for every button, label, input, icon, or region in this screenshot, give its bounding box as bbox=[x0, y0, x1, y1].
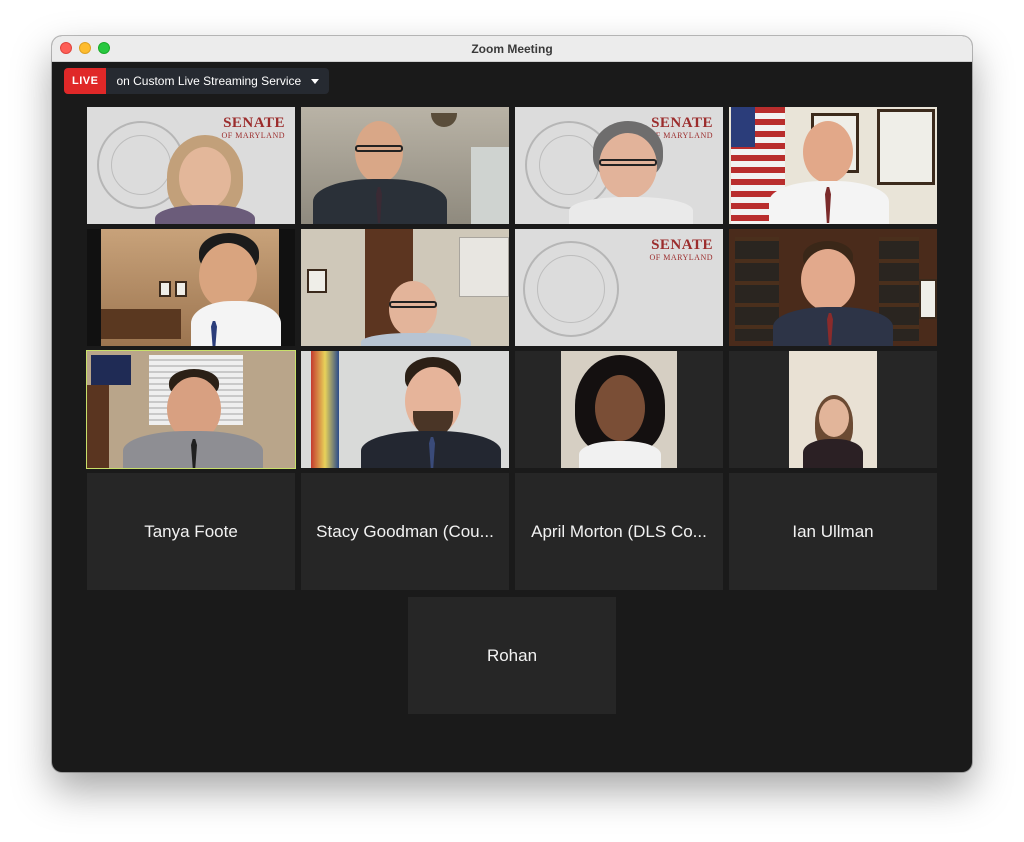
glasses-icon bbox=[599, 159, 657, 166]
video-tile[interactable]: SENATE OF MARYLAND bbox=[87, 107, 295, 224]
framed-certificate bbox=[919, 279, 937, 319]
video-tile[interactable] bbox=[301, 229, 509, 346]
face bbox=[179, 147, 231, 209]
senate-title: SENATE bbox=[651, 115, 713, 131]
face bbox=[389, 281, 437, 337]
participant-name: Stacy Goodman (Cou... bbox=[316, 521, 494, 541]
senate-seal-icon bbox=[523, 241, 619, 337]
participant-name: April Morton (DLS Co... bbox=[531, 521, 707, 541]
live-badge: LIVE bbox=[64, 68, 107, 94]
video-tile[interactable] bbox=[729, 107, 937, 224]
participant-tile[interactable]: Tanya Foote bbox=[87, 473, 295, 590]
participant-video bbox=[87, 229, 295, 346]
senate-title: SENATE bbox=[651, 237, 713, 253]
participant-video bbox=[87, 351, 295, 468]
glasses-icon bbox=[355, 145, 403, 152]
torso bbox=[569, 197, 693, 224]
torso bbox=[773, 307, 893, 346]
video-tile[interactable] bbox=[301, 107, 509, 224]
video-tile[interactable]: SENATE OF MARYLAND bbox=[515, 229, 723, 346]
video-tile[interactable] bbox=[301, 351, 509, 468]
torso bbox=[803, 439, 863, 468]
close-window-button[interactable] bbox=[60, 42, 72, 54]
video-tile-active-speaker[interactable] bbox=[86, 350, 296, 469]
participant-video bbox=[729, 229, 937, 346]
face bbox=[803, 121, 853, 183]
video-tile[interactable] bbox=[729, 351, 937, 468]
participant-tile[interactable]: Ian Ullman bbox=[729, 473, 937, 590]
live-streaming-label: on Custom Live Streaming Service bbox=[116, 74, 302, 88]
wall-picture bbox=[175, 281, 187, 297]
flag-union bbox=[731, 107, 755, 147]
torso bbox=[361, 333, 471, 346]
torso bbox=[155, 205, 255, 224]
participant-video bbox=[301, 107, 509, 224]
face bbox=[819, 399, 849, 437]
campaign-sign bbox=[91, 355, 131, 385]
participant-video bbox=[729, 107, 937, 224]
participant-name: Rohan bbox=[486, 645, 538, 665]
wall-picture bbox=[307, 269, 327, 293]
participant-video bbox=[789, 351, 877, 468]
face bbox=[199, 243, 257, 309]
senate-title: SENATE bbox=[223, 115, 285, 131]
chevron-down-icon bbox=[311, 78, 320, 84]
door bbox=[87, 385, 109, 468]
window-controls bbox=[60, 42, 110, 54]
video-tile[interactable] bbox=[87, 229, 295, 346]
participant-video: SENATE OF MARYLAND bbox=[515, 107, 723, 224]
poster bbox=[459, 237, 509, 297]
torso bbox=[191, 301, 281, 346]
video-tile[interactable] bbox=[729, 229, 937, 346]
participant-video bbox=[301, 351, 509, 468]
zoom-window: Zoom Meeting LIVE on Custom Live Streami… bbox=[52, 36, 972, 772]
title-bar[interactable]: Zoom Meeting bbox=[52, 36, 972, 62]
torso bbox=[579, 441, 661, 468]
window-title: Zoom Meeting bbox=[471, 41, 553, 56]
senate-subtitle: OF MARYLAND bbox=[221, 131, 285, 140]
video-tile[interactable]: SENATE OF MARYLAND bbox=[515, 107, 723, 224]
state-flag bbox=[311, 351, 339, 468]
participant-video bbox=[301, 229, 509, 346]
participant-video: SENATE OF MARYLAND bbox=[515, 229, 723, 346]
wall-picture bbox=[159, 281, 171, 297]
glasses-icon bbox=[389, 301, 437, 308]
table bbox=[101, 309, 181, 339]
participant-video bbox=[561, 351, 677, 468]
window-pane bbox=[471, 147, 509, 224]
face bbox=[801, 249, 855, 311]
framed-certificate bbox=[877, 109, 935, 185]
live-streaming-dropdown[interactable]: LIVE on Custom Live Streaming Service bbox=[64, 68, 330, 94]
maximize-window-button[interactable] bbox=[98, 42, 110, 54]
face bbox=[599, 133, 657, 199]
participant-tile[interactable]: April Morton (DLS Co... bbox=[515, 473, 723, 590]
participant-tile[interactable]: Rohan bbox=[408, 597, 616, 714]
participant-name: Ian Ullman bbox=[792, 521, 874, 541]
video-tile[interactable] bbox=[515, 351, 723, 468]
minimize-window-button[interactable] bbox=[79, 42, 91, 54]
senate-subtitle: OF MARYLAND bbox=[649, 253, 713, 262]
participant-name: Tanya Foote bbox=[144, 521, 238, 541]
ceiling-light bbox=[431, 113, 457, 127]
participant-tile[interactable]: Stacy Goodman (Cou... bbox=[301, 473, 509, 590]
face bbox=[595, 375, 645, 441]
face bbox=[355, 121, 403, 183]
participant-video: SENATE OF MARYLAND bbox=[87, 107, 295, 224]
